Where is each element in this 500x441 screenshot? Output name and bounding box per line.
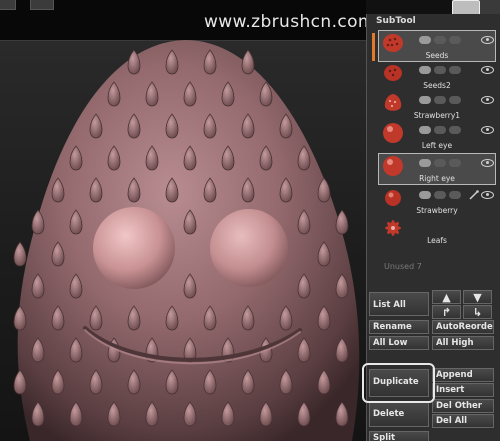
subtool-name: Seeds2 bbox=[423, 81, 451, 90]
solo-toggle[interactable] bbox=[434, 159, 446, 167]
polyframe-toggle[interactable] bbox=[419, 36, 431, 44]
solo-toggle[interactable] bbox=[434, 96, 446, 104]
seed-bump bbox=[335, 209, 349, 235]
lock-toggle[interactable] bbox=[449, 159, 461, 167]
subtool-toggles bbox=[419, 159, 495, 169]
subtool-toggles bbox=[419, 96, 495, 106]
subtool-toggles bbox=[419, 36, 495, 46]
rename-button[interactable]: Rename bbox=[369, 320, 429, 334]
visibility-eye-icon[interactable] bbox=[481, 126, 494, 134]
split-button[interactable]: Split bbox=[369, 431, 429, 441]
arrow-up-icon: ▲ bbox=[442, 291, 451, 304]
corner-arrow-icon: ↱ bbox=[441, 306, 452, 319]
subtool-name: Right eye bbox=[419, 174, 455, 183]
del-other-button[interactable]: Del Other bbox=[432, 399, 494, 413]
unused-slots-label: Unused 7 bbox=[384, 262, 422, 271]
lock-toggle[interactable] bbox=[449, 66, 461, 74]
seed-bump bbox=[13, 241, 27, 267]
lock-toggle[interactable] bbox=[449, 96, 461, 104]
subtool-name: Leafs bbox=[427, 236, 447, 245]
seed-bump bbox=[127, 49, 141, 75]
right-eye-sphere bbox=[210, 209, 288, 287]
seeds-icon bbox=[383, 34, 403, 52]
subtool-item-seeds[interactable]: Seeds bbox=[378, 30, 496, 62]
zbrush-window: www.zbrushcn.com SubTool Seeds Seeds2 St… bbox=[0, 0, 500, 441]
polyframe-toggle[interactable] bbox=[419, 191, 431, 199]
left-eye-sphere bbox=[93, 207, 175, 289]
list-all-button[interactable]: List All bbox=[369, 292, 429, 316]
lock-toggle[interactable] bbox=[449, 36, 461, 44]
visibility-eye-icon[interactable] bbox=[481, 191, 494, 199]
subtool-item-right-eye[interactable]: Right eye bbox=[378, 153, 496, 185]
subtool-toggles bbox=[419, 126, 495, 136]
visibility-eye-icon[interactable] bbox=[481, 159, 494, 167]
brush-icon[interactable] bbox=[469, 190, 479, 200]
eye-sphere-icon bbox=[383, 123, 403, 143]
move-up-button[interactable]: ▲ bbox=[432, 290, 461, 304]
subtool-item-seeds2[interactable]: Seeds2 bbox=[379, 61, 495, 91]
all-low-button[interactable]: All Low bbox=[369, 336, 429, 350]
solo-toggle[interactable] bbox=[434, 36, 446, 44]
strawberry-model[interactable] bbox=[0, 0, 366, 441]
subtool-item-strawberry[interactable]: Strawberry bbox=[379, 186, 495, 216]
active-subtool-indicator bbox=[372, 33, 375, 61]
visibility-eye-icon[interactable] bbox=[481, 66, 494, 74]
seed-bump bbox=[241, 49, 255, 75]
polyframe-toggle[interactable] bbox=[419, 96, 431, 104]
move-up-right-button[interactable]: ↱ bbox=[432, 305, 461, 319]
delete-button[interactable]: Delete bbox=[369, 401, 429, 427]
leaf-icon bbox=[385, 220, 401, 236]
insert-button[interactable]: Insert bbox=[432, 383, 494, 397]
subtool-toggles bbox=[419, 66, 495, 76]
lock-toggle[interactable] bbox=[449, 191, 461, 199]
solo-toggle[interactable] bbox=[434, 66, 446, 74]
all-high-button[interactable]: All High bbox=[432, 336, 494, 350]
polyframe-toggle[interactable] bbox=[419, 126, 431, 134]
subtool-name: Seeds bbox=[425, 51, 449, 60]
move-down-right-button[interactable]: ↳ bbox=[463, 305, 492, 319]
visibility-eye-icon[interactable] bbox=[481, 36, 494, 44]
lock-toggle[interactable] bbox=[449, 126, 461, 134]
viewport[interactable]: www.zbrushcn.com bbox=[0, 0, 366, 441]
eye-sphere-icon bbox=[383, 156, 403, 176]
sphere-icon bbox=[385, 190, 401, 206]
subtool-name: Strawberry bbox=[416, 206, 458, 215]
solo-toggle[interactable] bbox=[434, 126, 446, 134]
subtool-name: Strawberry1 bbox=[413, 111, 461, 120]
move-down-button[interactable]: ▼ bbox=[463, 290, 492, 304]
corner-arrow-icon: ↳ bbox=[472, 306, 483, 319]
subtool-name: Left eye bbox=[421, 141, 453, 150]
subtool-item-strawberry1[interactable]: Strawberry1 bbox=[379, 91, 495, 121]
polyframe-toggle[interactable] bbox=[419, 159, 431, 167]
strawberry-icon bbox=[384, 94, 402, 111]
seeds-icon bbox=[384, 65, 402, 81]
subtool-item-left-eye[interactable]: Left eye bbox=[379, 121, 495, 151]
arrow-down-icon: ▼ bbox=[473, 291, 482, 304]
duplicate-highlight-callout bbox=[362, 363, 435, 403]
subtool-toggles bbox=[419, 190, 495, 201]
append-button[interactable]: Append bbox=[432, 368, 494, 382]
del-all-button[interactable]: Del All bbox=[432, 414, 494, 428]
polyframe-toggle[interactable] bbox=[419, 66, 431, 74]
visibility-eye-icon[interactable] bbox=[481, 96, 494, 104]
panel-title: SubTool bbox=[376, 16, 416, 26]
subtool-item-leafs[interactable]: Leafs bbox=[379, 216, 495, 246]
solo-toggle[interactable] bbox=[434, 191, 446, 199]
auto-reorder-button[interactable]: AutoReorder bbox=[432, 320, 494, 334]
